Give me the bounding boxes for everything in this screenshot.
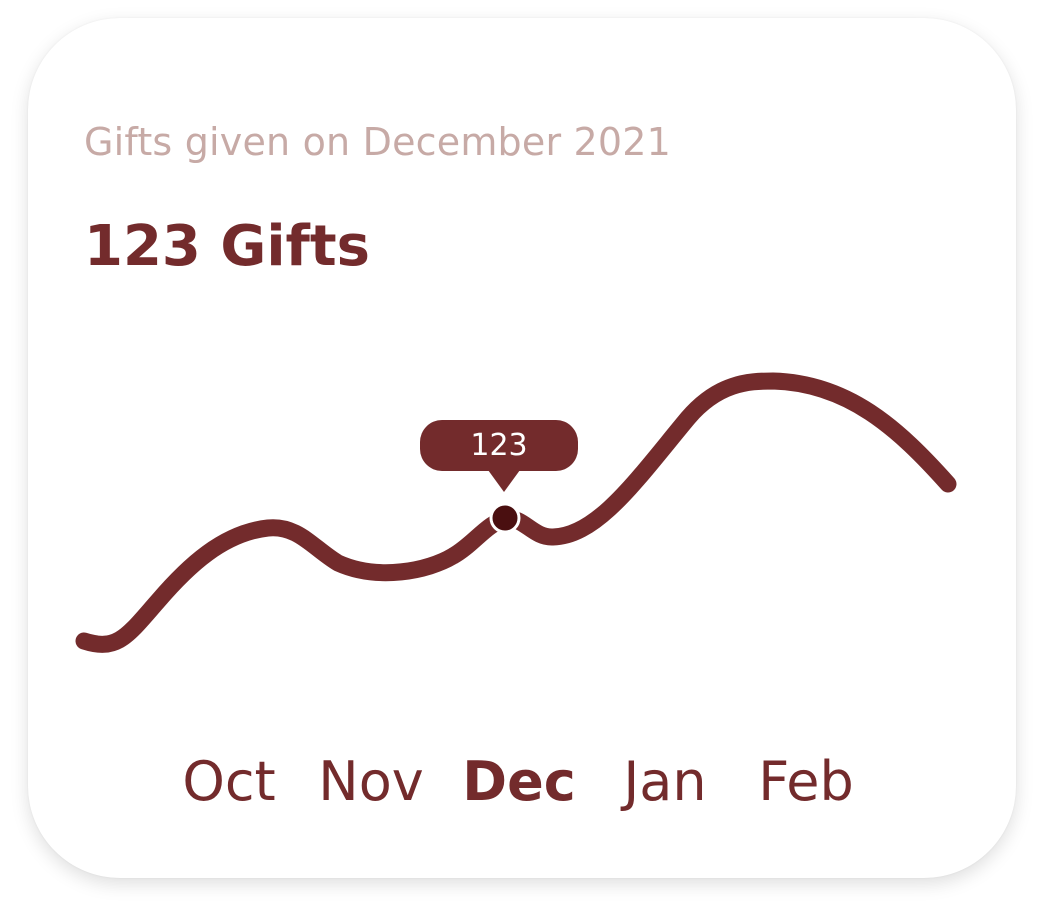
month-label-dec[interactable]: Dec [462,750,575,813]
month-label-feb[interactable]: Feb [758,750,854,813]
gifts-card: Gifts given on December 2021 123 Gifts 1… [28,18,1016,878]
month-label-jan[interactable]: Jan [623,750,706,813]
value-tooltip: 123 [420,420,578,471]
month-label-nov[interactable]: Nov [318,750,423,813]
tooltip-arrow [488,470,520,492]
month-label-oct[interactable]: Oct [182,750,275,813]
highlight-point[interactable] [489,502,521,534]
